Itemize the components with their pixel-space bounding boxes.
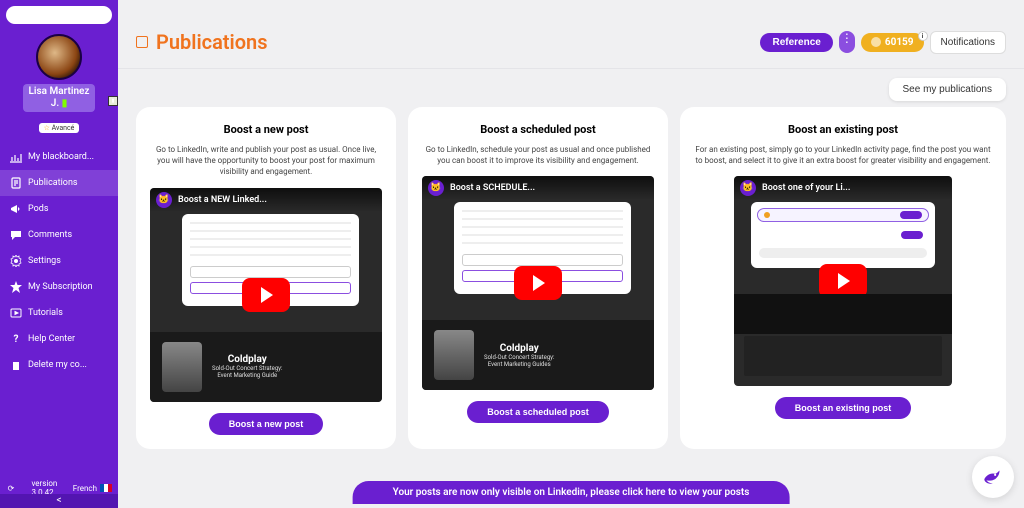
sidebar-item-label: My blackboard... <box>28 152 94 162</box>
linkedin-banner[interactable]: Your posts are now only visible on Linke… <box>353 481 790 504</box>
boost-existing-button[interactable]: Boost an existing post <box>775 397 912 419</box>
header: Publications Reference ⋮ 60159 i Notific… <box>118 0 1024 69</box>
sidebar-item-label: Settings <box>28 256 61 266</box>
sidebar-item-tutorials[interactable]: Tutorials <box>0 300 118 326</box>
chat-icon <box>10 229 22 241</box>
sidebar-item-subscription[interactable]: My Subscription <box>0 274 118 300</box>
play-button-icon[interactable] <box>242 278 290 312</box>
sidebar-nav: My blackboard... Publications Pods Comme… <box>0 144 118 378</box>
user-name: Lisa Martinez J. ▮ <box>23 84 96 112</box>
sidebar-item-label: My Subscription <box>28 282 93 292</box>
search-input[interactable] <box>6 6 112 24</box>
card-description: Go to LinkedIn, write and publish your p… <box>150 144 382 178</box>
channel-avatar-icon: 🐱 <box>740 180 756 196</box>
card-title: Boost a new post <box>150 123 382 136</box>
chart-icon <box>10 151 22 163</box>
card-title: Boost an existing post <box>694 123 992 136</box>
new-indicator: ▮ <box>108 96 118 106</box>
avatar <box>36 34 82 80</box>
sidebar-item-label: Delete my co... <box>28 360 87 370</box>
video-title: Boost one of your Li... <box>762 183 850 193</box>
sidebar-item-label: Help Center <box>28 334 75 344</box>
help-icon: ? <box>10 333 22 345</box>
level-badge: ☆ Avancé <box>39 123 80 133</box>
more-actions-button[interactable]: ⋮ <box>839 31 855 53</box>
sidebar-item-settings[interactable]: Settings <box>0 248 118 274</box>
video-thumbnail-new[interactable]: 🐱 Boost a NEW Linked... Coldplay Sold-Ou… <box>150 188 382 402</box>
points-badge[interactable]: 60159 i <box>861 33 924 52</box>
help-fab[interactable] <box>972 456 1014 498</box>
gear-icon <box>10 255 22 267</box>
sidebar-item-publications[interactable]: Publications <box>0 170 118 196</box>
document-icon <box>10 177 22 189</box>
sidebar-item-label: Publications <box>28 178 78 188</box>
video-title: Boost a NEW Linked... <box>178 195 267 205</box>
notifications-button[interactable]: Notifications <box>930 31 1006 54</box>
cards-row: Boost a new post Go to LinkedIn, write a… <box>118 107 1024 449</box>
user-profile[interactable]: Lisa Martinez J. ▮ ☆ Avancé <box>0 30 118 144</box>
sidebar-item-label: Tutorials <box>28 308 63 318</box>
publications-icon <box>136 36 148 48</box>
video-title: Boost a SCHEDULE... <box>450 183 535 193</box>
play-button-icon[interactable] <box>514 266 562 300</box>
megaphone-icon <box>10 203 22 215</box>
info-icon[interactable]: i <box>918 31 928 41</box>
flag-icon <box>100 484 112 492</box>
card-boost-scheduled: Boost a scheduled post Go to LinkedIn, s… <box>408 107 668 449</box>
page-title: Publications <box>136 30 268 54</box>
video-thumbnail-existing[interactable]: 🐱 Boost one of your Li... <box>734 176 952 386</box>
video-thumbnail-scheduled[interactable]: 🐱 Boost a SCHEDULE... Coldplay Sold-Out … <box>422 176 654 390</box>
sidebar-item-label: Comments <box>28 230 72 240</box>
sidebar-item-pods[interactable]: Pods <box>0 196 118 222</box>
channel-avatar-icon: 🐱 <box>156 192 172 208</box>
boost-scheduled-button[interactable]: Boost a scheduled post <box>467 401 609 423</box>
card-title: Boost a scheduled post <box>422 123 654 136</box>
channel-avatar-icon: 🐱 <box>428 180 444 196</box>
see-publications-button[interactable]: See my publications <box>889 78 1007 101</box>
sidebar-item-blackboard[interactable]: My blackboard... <box>0 144 118 170</box>
play-button-icon[interactable] <box>819 264 867 298</box>
play-icon <box>10 307 22 319</box>
collapse-sidebar[interactable]: < <box>0 494 118 508</box>
sidebar-item-help[interactable]: ? Help Center <box>0 326 118 352</box>
card-description: For an existing post, simply go to your … <box>694 144 992 166</box>
star-icon <box>10 281 22 293</box>
main-content: Publications Reference ⋮ 60159 i Notific… <box>118 0 1024 508</box>
reference-button[interactable]: Reference <box>760 33 832 52</box>
sidebar-item-label: Pods <box>28 204 48 214</box>
card-boost-existing: Boost an existing post For an existing p… <box>680 107 1006 449</box>
language-selector[interactable]: French <box>73 484 112 493</box>
boost-new-button[interactable]: Boost a new post <box>209 413 324 435</box>
refresh-icon[interactable]: ⟳ <box>6 484 16 493</box>
sidebar-item-comments[interactable]: Comments <box>0 222 118 248</box>
sidebar-item-delete[interactable]: Delete my co... <box>0 352 118 378</box>
card-boost-new: Boost a new post Go to LinkedIn, write a… <box>136 107 396 449</box>
bird-icon <box>980 464 1006 490</box>
sidebar: Lisa Martinez J. ▮ ☆ Avancé ▮ My blackbo… <box>0 0 118 508</box>
trash-icon <box>10 359 22 371</box>
card-description: Go to LinkedIn, schedule your post as us… <box>422 144 654 166</box>
